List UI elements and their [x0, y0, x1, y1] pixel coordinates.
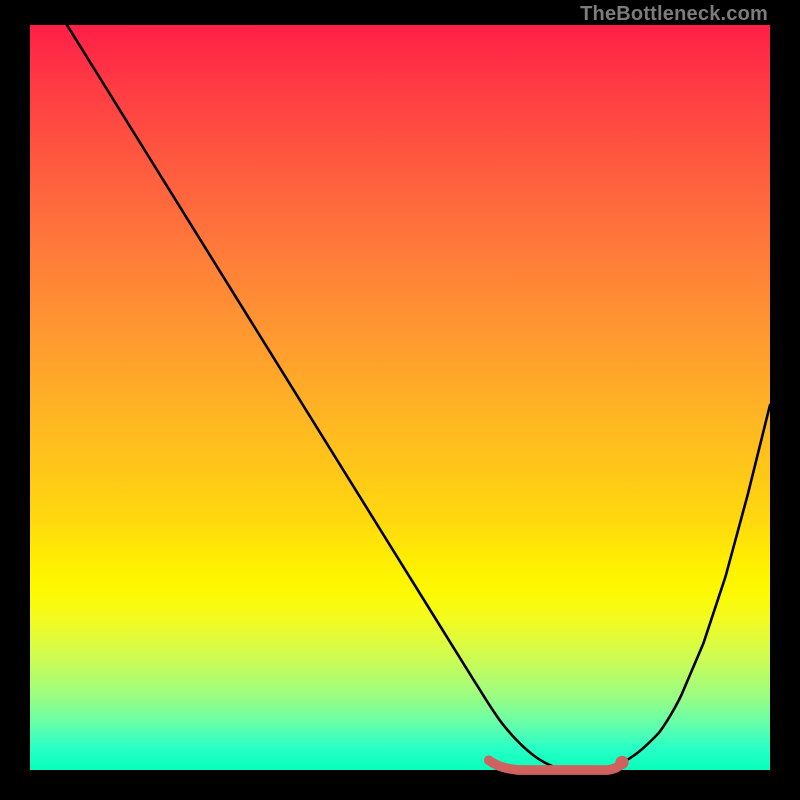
chart-frame: TheBottleneck.com	[0, 0, 800, 800]
watermark-text: TheBottleneck.com	[580, 4, 768, 24]
plot-area	[30, 25, 770, 770]
